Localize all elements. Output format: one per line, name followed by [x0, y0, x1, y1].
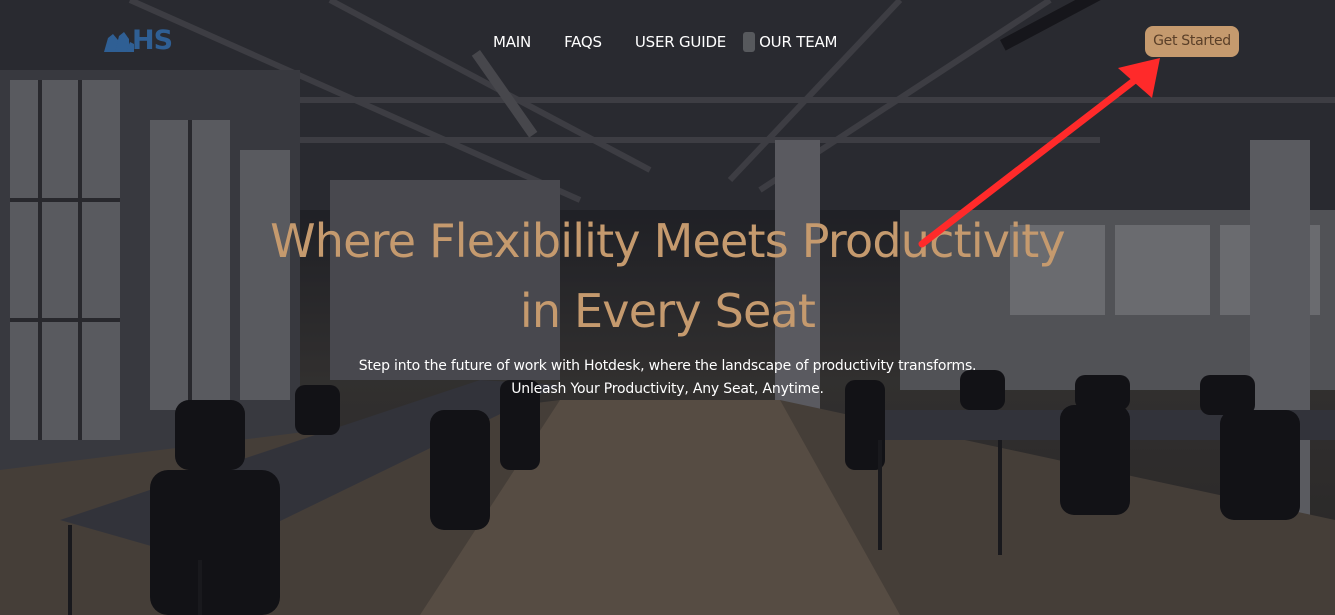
buildings-icon [104, 32, 134, 52]
nav-separator [743, 32, 756, 52]
main-nav: MAIN FAQS USER GUIDE OUR TEAM [493, 31, 838, 53]
get-started-button[interactable]: Get Started [1145, 26, 1239, 57]
subtext-line-1: Step into the future of work with Hotdes… [358, 358, 977, 374]
headline-line-1: Where Flexibility Meets Productivity [270, 214, 1066, 268]
logo-text: HS [132, 25, 173, 56]
hero-headline: Where Flexibility Meets Productivity in … [150, 206, 1185, 346]
nav-faqs[interactable]: FAQS [564, 31, 602, 53]
hero-subtext: Step into the future of work with Hotdes… [200, 355, 1135, 401]
nav-user-guide[interactable]: USER GUIDE [635, 31, 726, 53]
subtext-line-2: Unleash Your Productivity, Any Seat, Any… [511, 381, 824, 397]
headline-line-2: in Every Seat [519, 284, 816, 338]
brand-logo[interactable]: HS [104, 26, 182, 56]
nav-main[interactable]: MAIN [493, 31, 531, 53]
nav-our-team[interactable]: OUR TEAM [759, 31, 837, 53]
